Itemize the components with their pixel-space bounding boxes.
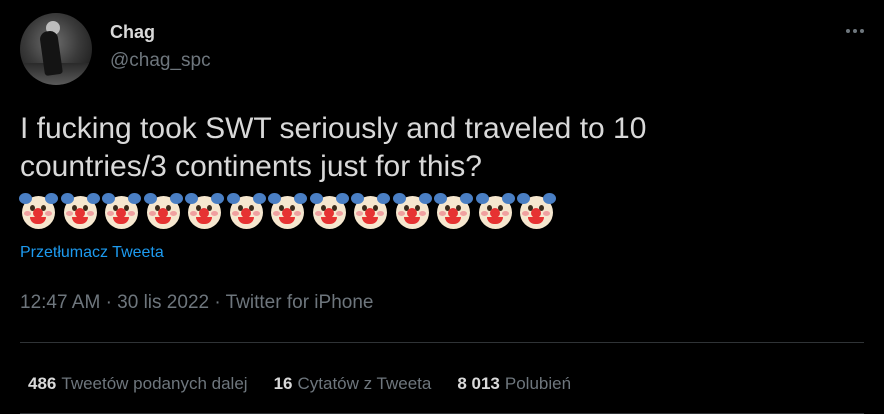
tweet-time[interactable]: 12:47 AM — [20, 292, 100, 313]
tweet-metadata: 12:47 AM · 30 lis 2022 · Twitter for iPh… — [20, 292, 373, 314]
clown-face-emoji — [19, 193, 58, 230]
quotes-count: 16 — [273, 374, 293, 393]
clown-face-emoji — [102, 193, 141, 230]
likes-stat[interactable]: 8 013 Polubień — [457, 374, 571, 394]
likes-count: 8 013 — [457, 374, 500, 393]
clown-face-emoji — [434, 193, 473, 230]
meta-separator: · — [105, 292, 112, 313]
translate-tweet-link[interactable]: Przetłumacz Tweeta — [20, 244, 164, 262]
retweets-stat[interactable]: 486 Tweetów podanych dalej — [28, 374, 248, 394]
clown-face-emoji — [517, 193, 556, 230]
avatar[interactable] — [20, 13, 92, 85]
retweets-label: Tweetów podanych dalej — [61, 374, 248, 393]
user-name[interactable]: Chag — [110, 22, 155, 43]
meta-separator: · — [214, 292, 221, 313]
clown-face-emoji — [60, 193, 100, 230]
clown-face-emoji — [309, 193, 349, 230]
tweet-date[interactable]: 30 lis 2022 — [117, 292, 209, 313]
likes-label: Polubień — [504, 374, 572, 393]
clown-face-emoji — [268, 193, 307, 230]
tweet-source[interactable]: Twitter for iPhone — [226, 292, 374, 313]
clown-face-emoji — [143, 193, 183, 230]
user-handle[interactable]: @chag_spc — [110, 50, 211, 72]
more-options-icon[interactable] — [842, 18, 868, 44]
clown-face-emoji — [226, 193, 266, 230]
more-dot — [853, 29, 857, 33]
emoji-row — [19, 193, 556, 230]
clown-face-emoji — [185, 193, 224, 230]
retweets-count: 486 — [28, 374, 57, 393]
clown-face-emoji — [475, 193, 515, 230]
more-dot — [846, 29, 850, 33]
more-dot — [860, 29, 864, 33]
tweet-stats: 486 Tweetów podanych dalej 16 Cytatów z Tw… — [28, 374, 571, 394]
quotes-label: Cytatów z Tweeta — [297, 374, 432, 393]
clown-face-emoji — [392, 193, 432, 230]
quotes-stat[interactable]: 16 Cytatów z Tweeta — [274, 374, 432, 394]
clown-face-emoji — [351, 193, 390, 230]
divider — [20, 342, 864, 343]
tweet-text: I fucking took SWT seriously and travele… — [20, 112, 647, 183]
